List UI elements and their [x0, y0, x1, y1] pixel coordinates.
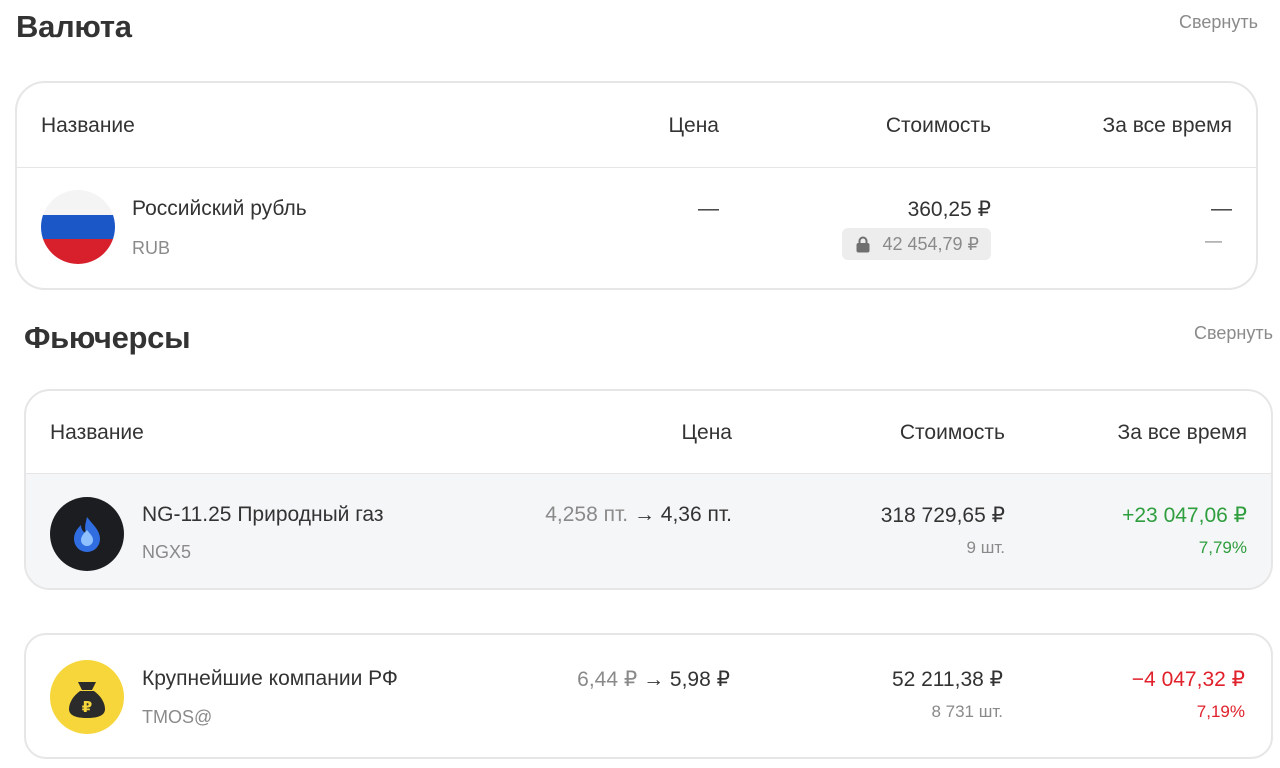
- locked-value-badge: 42 454,79 ₽: [842, 228, 991, 260]
- table-row[interactable]: Российский рубль RUB — 360,25 ₽ 42 454,7…: [17, 168, 1256, 288]
- asset-value: 318 729,65 ₽: [880, 504, 1005, 527]
- asset-value: 360,25 ₽: [907, 198, 991, 221]
- asset-name: Российский рубль: [132, 197, 307, 220]
- alltime-change: −4 047,32 ₽: [1131, 668, 1245, 691]
- futures-section-title: Фьючерсы: [24, 320, 191, 355]
- column-header-alltime[interactable]: За все время: [1118, 421, 1247, 445]
- price-from: 4,258 пт.: [545, 503, 629, 526]
- alltime-change-sub: —: [1205, 231, 1222, 250]
- table-row[interactable]: ₽ Крупнейшие компании РФ TMOS@ 6,44 ₽ → …: [26, 635, 1271, 757]
- asset-name: Крупнейшие компании РФ: [142, 667, 398, 690]
- currency-section-title: Валюта: [16, 9, 132, 44]
- asset-ticker: TMOS@: [142, 707, 213, 727]
- column-header-name[interactable]: Название: [50, 421, 144, 445]
- price-change: 6,44 ₽ → 5,98 ₽: [577, 667, 730, 692]
- price-change: 4,258 пт. → 4,36 пт.: [545, 503, 732, 527]
- column-header-alltime[interactable]: За все время: [1103, 114, 1232, 138]
- futures-table: Название Цена Стоимость За все время NG-…: [24, 389, 1273, 590]
- price-from: 6,44 ₽: [577, 668, 638, 691]
- asset-name: NG-11.25 Природный газ: [142, 503, 384, 526]
- arrow-right-icon: →: [633, 503, 655, 526]
- arrow-right-icon: →: [643, 668, 665, 691]
- price-to: 5,98 ₽: [669, 668, 730, 691]
- gas-flame-icon: [50, 497, 124, 571]
- locked-value: 42 454,79 ₽: [882, 233, 979, 254]
- asset-ticker: NGX5: [142, 542, 192, 562]
- russia-flag-icon: [41, 190, 115, 264]
- lock-icon: [856, 236, 870, 253]
- asset-value: 52 211,38 ₽: [891, 668, 1003, 691]
- asset-quantity: 9 шт.: [966, 538, 1005, 557]
- futures-table-row-card: ₽ Крупнейшие компании РФ TMOS@ 6,44 ₽ → …: [24, 633, 1273, 759]
- currency-collapse-button[interactable]: Свернуть: [1179, 12, 1258, 33]
- asset-ticker: RUB: [132, 238, 171, 258]
- svg-text:₽: ₽: [82, 698, 92, 716]
- currency-table: Название Цена Стоимость За все время Рос…: [15, 81, 1258, 290]
- alltime-change: —: [1211, 197, 1232, 220]
- table-row[interactable]: NG-11.25 Природный газ NGX5 4,258 пт. → …: [26, 474, 1271, 588]
- alltime-change-percent: 7,19%: [1196, 702, 1245, 721]
- price-to: 4,36 пт.: [660, 503, 732, 526]
- money-bag-icon: ₽: [50, 660, 124, 734]
- asset-price: —: [698, 197, 719, 220]
- asset-quantity: 8 731 шт.: [931, 702, 1003, 721]
- column-header-value[interactable]: Стоимость: [900, 421, 1005, 445]
- column-header-price[interactable]: Цена: [669, 114, 720, 138]
- column-header-value[interactable]: Стоимость: [886, 114, 991, 138]
- alltime-change-percent: 7,79%: [1198, 538, 1247, 557]
- column-header-name[interactable]: Название: [41, 114, 135, 138]
- column-header-price[interactable]: Цена: [682, 421, 733, 445]
- alltime-change: +23 047,06 ₽: [1122, 504, 1247, 527]
- futures-collapse-button[interactable]: Свернуть: [1194, 323, 1273, 344]
